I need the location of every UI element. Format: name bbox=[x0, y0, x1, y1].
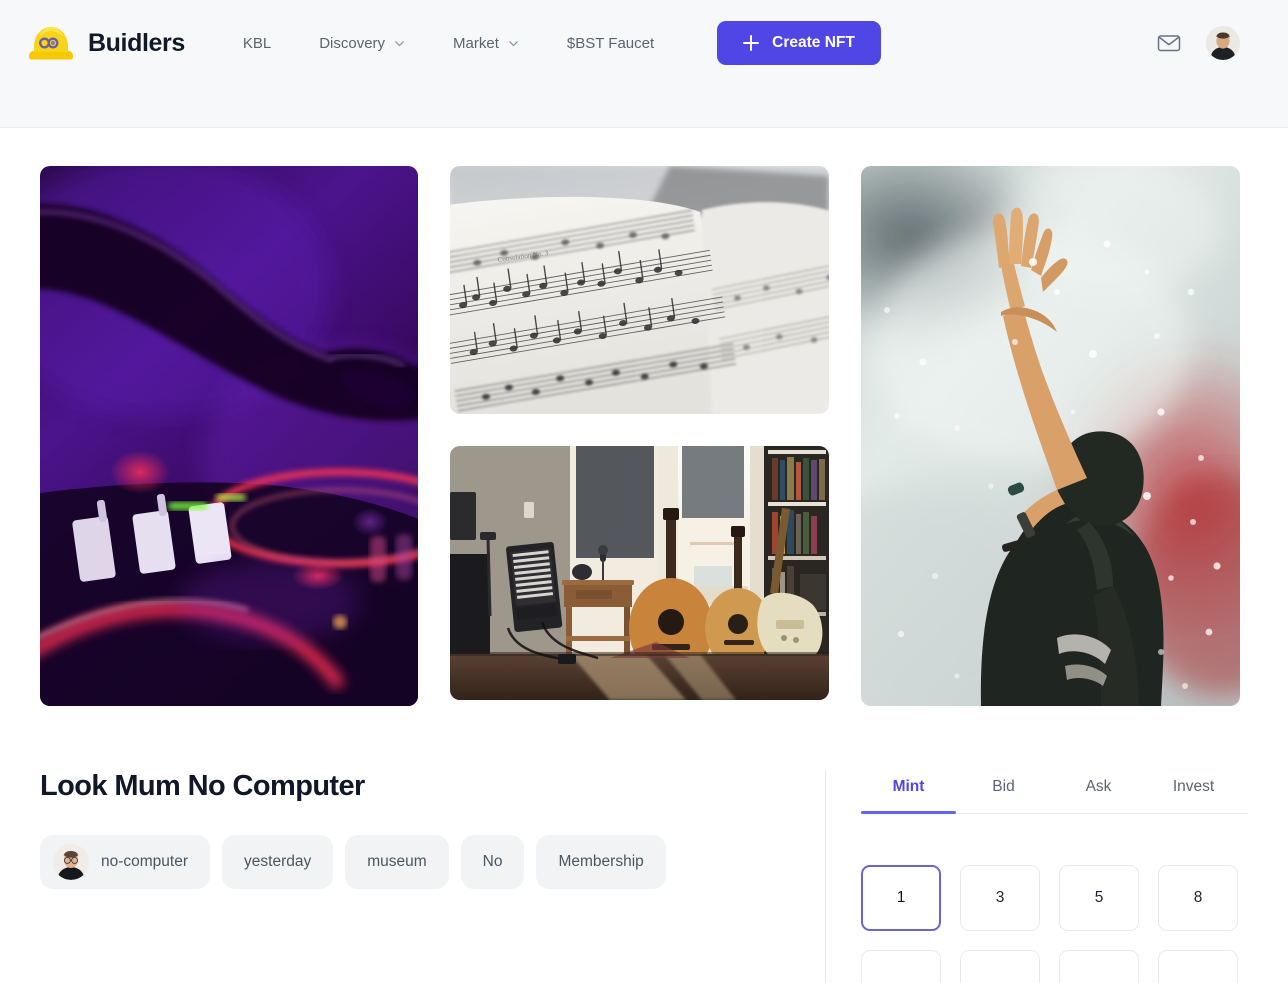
dj-mixer-photo[interactable] bbox=[40, 166, 418, 706]
nav-item-label: $BST Faucet bbox=[566, 34, 655, 52]
gallery-column-right bbox=[861, 166, 1240, 706]
nav-item-label: KBL bbox=[242, 34, 272, 52]
main-content: Consolation No. 3 Look Mum No Computer n… bbox=[0, 128, 1288, 983]
quantity-option-8th[interactable] bbox=[1158, 950, 1238, 983]
quantity-label: 3 bbox=[995, 889, 1005, 906]
create-nft-label: Create NFT bbox=[772, 34, 855, 51]
tag-label: museum bbox=[367, 853, 427, 870]
brand-name: Buidlers bbox=[88, 28, 185, 57]
quantity-option-3[interactable]: 3 bbox=[960, 865, 1040, 931]
nav-item-market[interactable]: Market bbox=[429, 25, 543, 62]
tag-label: No bbox=[482, 853, 503, 870]
tag-no[interactable]: No bbox=[460, 835, 525, 889]
nav-item-kbl[interactable]: KBL bbox=[225, 25, 295, 62]
trade-tabs: Mint Bid Ask Invest bbox=[861, 770, 1248, 814]
quantity-option-6th[interactable] bbox=[960, 950, 1040, 983]
gallery-column-middle: Consolation No. 3 bbox=[450, 166, 829, 706]
home-studio-photo[interactable] bbox=[450, 446, 829, 700]
gallery-grid: Consolation No. 3 bbox=[40, 128, 1248, 706]
tab-bid[interactable]: Bid bbox=[956, 770, 1051, 813]
nav-item-discovery[interactable]: Discovery bbox=[295, 25, 429, 62]
creator-avatar bbox=[53, 844, 89, 880]
brand-logo[interactable]: Buidlers bbox=[26, 23, 185, 63]
quantity-option-7th[interactable] bbox=[1059, 950, 1139, 983]
hardhat-infinity-icon bbox=[26, 23, 76, 63]
tag-yesterday[interactable]: yesterday bbox=[222, 835, 334, 889]
envelope-icon[interactable] bbox=[1156, 30, 1182, 56]
tag-list: no-computer yesterday museum No Membersh… bbox=[40, 835, 795, 889]
quantity-option-1[interactable]: 1 bbox=[861, 865, 941, 931]
site-header: Buidlers KBL Discovery Market $BST Fauce… bbox=[0, 0, 1288, 128]
tab-label: Mint bbox=[892, 778, 925, 795]
nav-item-bst-faucet[interactable]: $BST Faucet bbox=[543, 25, 678, 62]
nft-detail: Look Mum No Computer no-computer yesterd… bbox=[40, 770, 825, 983]
nav-item-label: Market bbox=[453, 34, 499, 52]
quantity-label: 5 bbox=[1094, 889, 1104, 906]
quantity-options: 1 3 5 8 bbox=[861, 814, 1248, 983]
header-actions bbox=[1156, 26, 1264, 60]
chevron-down-icon bbox=[394, 38, 405, 49]
tab-mint[interactable]: Mint bbox=[861, 770, 956, 814]
sheet-music-photo[interactable]: Consolation No. 3 bbox=[450, 166, 829, 414]
header-inner: Buidlers KBL Discovery Market $BST Fauce… bbox=[0, 0, 1288, 86]
tab-label: Invest bbox=[1172, 778, 1215, 795]
trade-panel: Mint Bid Ask Invest 1 3 5 8 bbox=[826, 770, 1248, 983]
plus-icon bbox=[743, 35, 760, 51]
quantity-option-8[interactable]: 8 bbox=[1158, 865, 1238, 931]
detail-section: Look Mum No Computer no-computer yesterd… bbox=[40, 706, 1248, 983]
tag-no-computer[interactable]: no-computer bbox=[40, 835, 211, 889]
tab-invest[interactable]: Invest bbox=[1146, 770, 1241, 813]
avatar[interactable] bbox=[1206, 26, 1240, 60]
quantity-label: 1 bbox=[896, 889, 906, 906]
tab-label: Ask bbox=[1085, 778, 1112, 795]
quantity-option-5[interactable]: 5 bbox=[1059, 865, 1139, 931]
nav-item-label: Discovery bbox=[319, 34, 386, 52]
chevron-down-icon bbox=[508, 38, 519, 49]
page-title: Look Mum No Computer bbox=[40, 770, 365, 802]
tag-label: Membership bbox=[558, 853, 644, 870]
create-nft-button[interactable]: Create NFT bbox=[717, 21, 881, 65]
tab-ask[interactable]: Ask bbox=[1051, 770, 1146, 813]
main-nav: KBL Discovery Market $BST Faucet bbox=[225, 25, 678, 62]
tag-membership[interactable]: Membership bbox=[536, 835, 666, 889]
tag-museum[interactable]: museum bbox=[345, 835, 449, 889]
gallery-column-left bbox=[40, 166, 418, 706]
performer-photo[interactable] bbox=[861, 166, 1240, 706]
tag-label: yesterday bbox=[244, 853, 312, 870]
tab-label: Bid bbox=[992, 778, 1015, 795]
tag-label: no-computer bbox=[101, 853, 189, 870]
quantity-label: 8 bbox=[1193, 889, 1203, 906]
quantity-option-5th[interactable] bbox=[861, 950, 941, 983]
